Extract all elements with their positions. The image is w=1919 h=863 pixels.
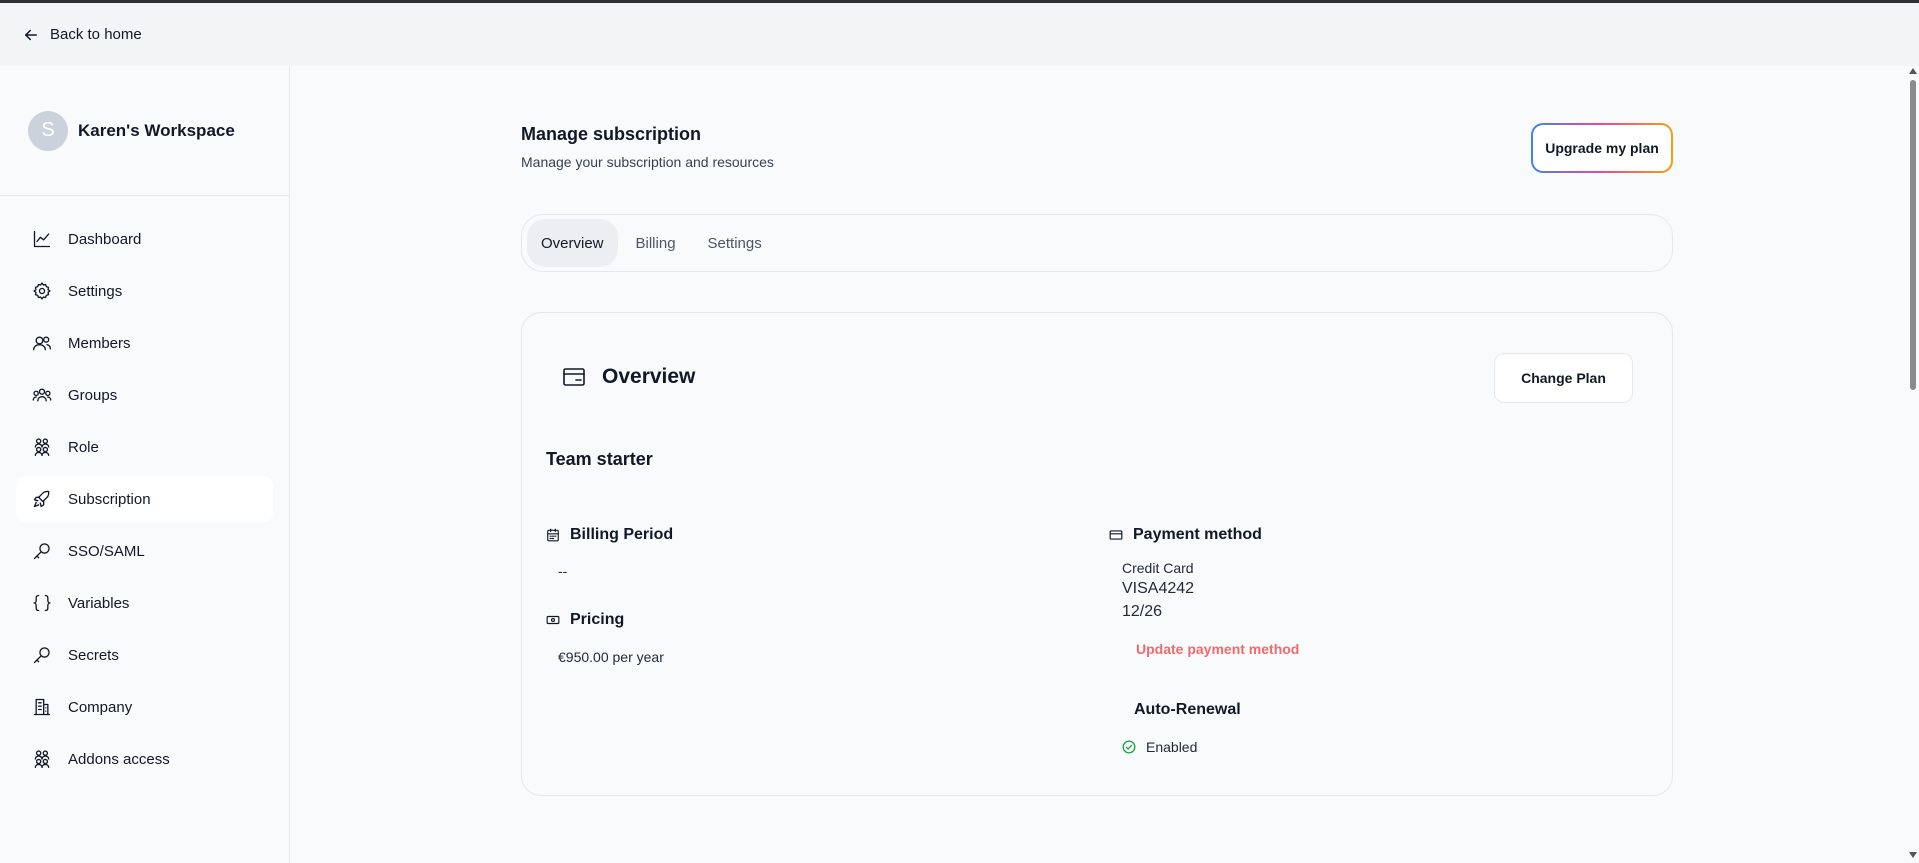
user-group-icon <box>32 388 52 402</box>
upgrade-plan-button[interactable]: Upgrade my plan <box>1531 123 1673 173</box>
sidebar-item-groups[interactable]: Groups <box>16 372 273 418</box>
sidebar-item-dashboard[interactable]: Dashboard <box>16 216 273 262</box>
overview-heading: Overview <box>562 365 695 389</box>
sidebar-item-label: Secrets <box>68 646 119 664</box>
billing-period-label: Billing Period <box>570 526 674 543</box>
card-expiry: 12/26 <box>1122 603 1163 620</box>
auto-renewal-heading: Auto-Renewal <box>1134 701 1241 719</box>
tab-overview[interactable]: Overview <box>527 219 618 267</box>
page-scrollbar[interactable] <box>1907 66 1919 863</box>
role-icon <box>34 750 50 768</box>
main-content: Manage subscription Manage your subscrip… <box>291 66 1907 863</box>
sidebar-item-label: Addons access <box>68 750 170 768</box>
role-icon <box>34 438 50 456</box>
update-payment-method-link[interactable]: Update payment method <box>1136 641 1299 657</box>
sidebar-item-label: Subscription <box>68 490 151 508</box>
banknote-icon <box>546 615 560 625</box>
sidebar-item-subscription[interactable]: Subscription <box>16 476 273 522</box>
overview-card: Overview Change Plan Team starter Billin… <box>521 312 1673 796</box>
sidebar-item-secrets[interactable]: Secrets <box>16 632 273 678</box>
auto-renewal-status: Enabled <box>1122 739 1197 755</box>
auto-renewal-label: Auto-Renewal <box>1134 701 1241 718</box>
sidebar-item-variables[interactable]: Variables <box>16 580 273 626</box>
key-icon <box>33 543 50 560</box>
calendar-icon <box>547 528 559 542</box>
overview-title: Overview <box>602 365 696 388</box>
avatar: S <box>28 110 68 151</box>
auto-renewal-status-label: Enabled <box>1146 739 1198 755</box>
workspace-switcher[interactable]: S Karen's Workspace <box>0 66 289 196</box>
sidebar-item-members[interactable]: Members <box>16 320 273 366</box>
building-icon <box>33 698 51 716</box>
sidebar-item-addons-access[interactable]: Addons access <box>16 736 273 782</box>
payment-method-heading: Payment method <box>1109 526 1262 544</box>
back-to-home-link[interactable]: Back to home <box>22 26 142 44</box>
rocket-icon <box>33 490 50 508</box>
sidebar: S Karen's Workspace Dashboard Settings M… <box>0 66 290 863</box>
sidebar-item-label: Role <box>68 438 99 456</box>
sidebar-item-label: Groups <box>68 386 118 404</box>
sidebar-item-settings[interactable]: Settings <box>16 268 273 314</box>
credit-card-icon <box>1109 530 1123 540</box>
workspace-name: Karen's Workspace <box>78 120 235 140</box>
sidebar-item-company[interactable]: Company <box>16 684 273 730</box>
billing-period-heading: Billing Period <box>546 526 673 544</box>
upgrade-plan-label: Upgrade my plan <box>1533 125 1671 171</box>
plan-name: Team starter <box>546 449 653 469</box>
sidebar-item-label: Company <box>68 698 133 716</box>
change-plan-button[interactable]: Change Plan <box>1494 353 1633 403</box>
scrollbar-thumb[interactable] <box>1910 80 1916 390</box>
sidebar-item-label: Variables <box>68 594 130 612</box>
chart-line-icon <box>33 230 51 248</box>
tab-billing[interactable]: Billing <box>622 219 690 267</box>
pricing-heading: Pricing <box>546 611 624 629</box>
top-bar: Back to home <box>0 3 1919 66</box>
sidebar-nav: Dashboard Settings Members Groups Role S… <box>0 196 289 782</box>
gear-icon <box>33 282 51 300</box>
scroll-down-arrow-icon[interactable] <box>1909 852 1917 858</box>
sidebar-item-sso-saml[interactable]: SSO/SAML <box>16 528 273 574</box>
pricing-value: €950.00 per year <box>558 649 664 665</box>
credit-card-icon <box>563 368 585 386</box>
payment-type: Credit Card <box>1122 560 1194 576</box>
scroll-up-arrow-icon[interactable] <box>1909 68 1917 74</box>
payment-method-label: Payment method <box>1133 526 1262 543</box>
sidebar-item-role[interactable]: Role <box>16 424 273 470</box>
check-circle-icon <box>1122 740 1136 754</box>
users-icon <box>33 336 51 351</box>
page-subtitle: Manage your subscription and resources <box>521 154 774 170</box>
arrow-left-icon <box>25 29 37 40</box>
back-to-home-label: Back to home <box>50 26 142 43</box>
braces-icon <box>33 594 51 612</box>
card-number: VISA4242 <box>1122 580 1195 597</box>
tab-settings[interactable]: Settings <box>694 219 776 267</box>
sidebar-item-label: SSO/SAML <box>68 542 145 560</box>
billing-period-value: -- <box>558 563 568 579</box>
key-icon <box>33 647 50 664</box>
sidebar-item-label: Dashboard <box>68 230 142 248</box>
pricing-label: Pricing <box>570 611 625 628</box>
subscription-tabs: Overview Billing Settings <box>521 214 1673 272</box>
page-title: Manage subscription <box>521 124 702 144</box>
sidebar-item-label: Members <box>68 334 131 352</box>
sidebar-item-label: Settings <box>68 282 123 300</box>
